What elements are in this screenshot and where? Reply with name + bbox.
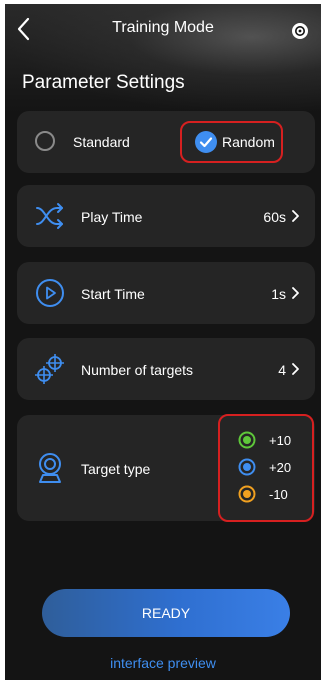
page-title: Training Mode xyxy=(112,19,214,36)
target-icon xyxy=(295,26,305,36)
number-of-targets-value: 4 xyxy=(278,362,286,378)
orange-target-ring-icon xyxy=(238,485,256,503)
ready-button[interactable]: READY xyxy=(42,589,290,637)
play-circle-icon xyxy=(36,279,64,307)
play-time-row[interactable]: Play Time 60s xyxy=(17,185,315,247)
target-type-highlight-box xyxy=(218,414,314,522)
play-time-label: Play Time xyxy=(81,209,143,225)
number-of-targets-row[interactable]: Number of targets 4 xyxy=(17,338,315,400)
crosshair-icon xyxy=(35,354,64,384)
target-type-row[interactable]: Target type +10 +20 -10 xyxy=(17,414,315,522)
start-time-label: Start Time xyxy=(81,286,145,302)
training-mode-screen: Training Mode Parameter Settings Standar… xyxy=(5,4,321,680)
interface-preview-link[interactable]: interface preview xyxy=(5,655,321,671)
standard-label[interactable]: Standard xyxy=(73,134,130,150)
checkmark-icon xyxy=(199,137,213,148)
play-time-value-group: 60s xyxy=(263,209,299,225)
target-type-points: +20 xyxy=(269,460,292,475)
standard-radio[interactable] xyxy=(35,131,55,151)
target-button[interactable] xyxy=(292,23,308,39)
top-bar: Training Mode xyxy=(5,4,321,54)
start-time-value: 1s xyxy=(271,286,286,302)
number-of-targets-value-group: 4 xyxy=(278,362,299,378)
random-label[interactable]: Random xyxy=(222,134,275,150)
section-title: Parameter Settings xyxy=(22,72,185,93)
shuffle-icon xyxy=(36,203,63,229)
random-radio[interactable] xyxy=(195,131,217,153)
play-time-value: 60s xyxy=(263,209,286,225)
chevron-right-icon xyxy=(292,362,299,378)
blue-target-ring-icon xyxy=(238,458,256,476)
green-target-ring-icon xyxy=(238,431,256,449)
start-time-row[interactable]: Start Time 1s xyxy=(17,262,315,324)
start-time-value-group: 1s xyxy=(271,286,299,302)
target-stand-icon xyxy=(39,453,61,483)
target-type-points: +10 xyxy=(269,433,292,448)
chevron-right-icon xyxy=(292,286,299,302)
chevron-right-icon xyxy=(292,209,299,225)
number-of-targets-label: Number of targets xyxy=(81,362,194,378)
mode-card: Standard Random xyxy=(17,111,315,173)
target-type-points: -10 xyxy=(269,487,288,502)
target-type-label: Target type xyxy=(81,461,151,477)
